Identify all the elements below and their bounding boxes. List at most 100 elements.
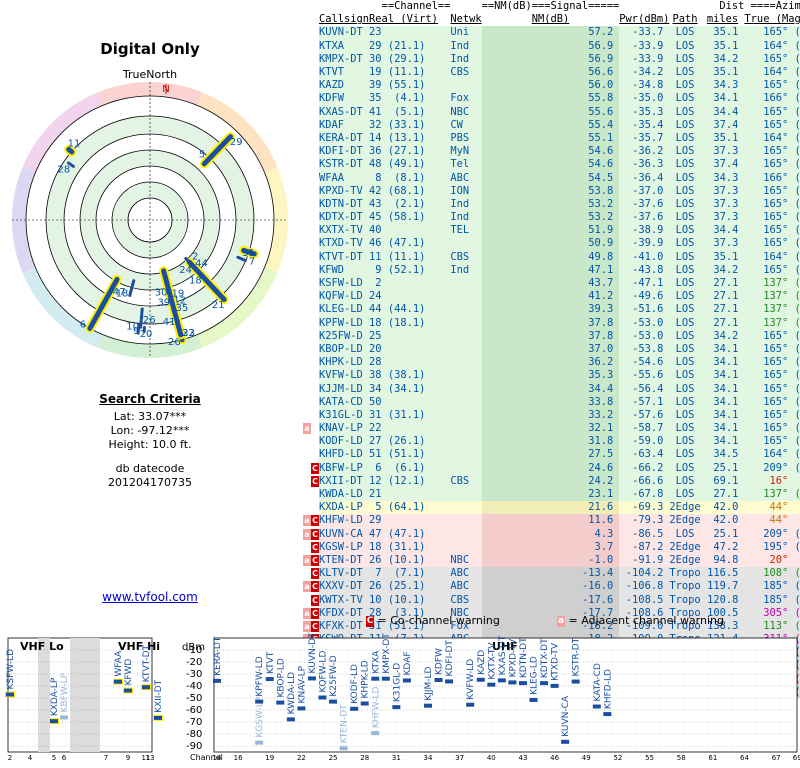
- power-cell: -36.2: [619, 145, 670, 159]
- station-row[interactable]: K25FW-D25 37.8-53.0LOS34.2165° (161°): [303, 329, 800, 343]
- station-row[interactable]: KHFD-LD51 (51.1) 27.5-63.4LOS34.5164° (16…: [303, 448, 800, 462]
- station-row[interactable]: a KNAV-LP22 32.1-58.7LOS34.1165° (161°): [303, 422, 800, 436]
- signal-bar[interactable]: [265, 677, 274, 682]
- station-row[interactable]: C KWTX-TV 10 (10.1) CBS -17.6 -108.5 Tropo 120.…: [303, 593, 800, 607]
- signal-bar[interactable]: [124, 688, 132, 693]
- callsign-cell: KXAS-DT: [319, 105, 370, 119]
- signal-bar[interactable]: [445, 679, 454, 684]
- signal-bar[interactable]: [339, 746, 348, 751]
- station-row[interactable]: KTXD-TV46 (47.1) 50.9-39.9LOS37.3165° (16…: [303, 237, 800, 251]
- signal-bar[interactable]: [592, 704, 601, 709]
- signal-bar[interactable]: [286, 717, 295, 722]
- signal-bar[interactable]: [497, 678, 506, 683]
- signal-bar[interactable]: [255, 740, 264, 745]
- signal-bar[interactable]: [60, 715, 68, 720]
- station-row[interactable]: KDFI-DT 36 (27.1) MyN 54.6 -36.2 LOS 37.3 165° …: [303, 145, 800, 159]
- signal-bar[interactable]: [213, 678, 221, 683]
- signal-bar[interactable]: [550, 683, 559, 688]
- power-cell: -55.6: [619, 369, 670, 383]
- station-row[interactable]: CKGSW-LP18 (31.1) 3.7-87.22Edge47.2195° (…: [303, 540, 800, 554]
- signal-bar[interactable]: [329, 699, 338, 704]
- signal-bar[interactable]: [371, 676, 380, 681]
- station-row[interactable]: KSFW-LD 2 43.7-47.1LOS27.1137° (133°): [303, 276, 800, 291]
- signal-bar[interactable]: [276, 700, 285, 705]
- station-row[interactable]: KVFW-LD38 (38.1) 35.3-55.6LOS34.1165° (16…: [303, 369, 800, 383]
- signal-bar[interactable]: [350, 706, 359, 711]
- station-row[interactable]: KQFW-LD24 41.2-49.6LOS27.1137° (133°): [303, 290, 800, 304]
- x-tick-label: 4: [28, 754, 33, 762]
- nm-cell: -13.4: [481, 567, 620, 581]
- station-row[interactable]: a C KTEN-DT 26 (10.1) NBC -1.0 -91.9 2Edge 94.8 …: [303, 553, 800, 568]
- station-row[interactable]: KWDA-LD21 23.1-67.8LOS27.1137° (133°): [303, 487, 800, 502]
- station-row[interactable]: C KLTV-DT 7 (7.1) ABC -13.4 -104.2 Tropo 116.5…: [303, 567, 800, 581]
- signal-bar[interactable]: [508, 680, 517, 685]
- station-row[interactable]: KFWD 9 (52.1)Ind47.1-43.8LOS34.2165° (16…: [303, 263, 800, 277]
- signal-bar[interactable]: [6, 692, 14, 697]
- callsign-cell: KPXD-TV: [319, 184, 370, 198]
- station-row[interactable]: KTVT19 (11.1)CBS56.6-34.2LOS35.1164° (16…: [303, 65, 800, 80]
- station-row[interactable]: KDTX-DT 45 (58.1) Ind 53.2 -37.6 LOS 37.3 165° …: [303, 211, 800, 225]
- warning-flags: C: [303, 593, 319, 606]
- station-row[interactable]: KDTN-DT43 (2.1)Ind53.2-37.6LOS37.3165° (…: [303, 197, 800, 211]
- signal-bar[interactable]: [424, 703, 432, 708]
- station-row[interactable]: a C KXXV-DT 26 (25.1) ABC -16.0 -106.8 Tropo 119…: [303, 580, 800, 594]
- station-row[interactable]: KXTX-TV40TEL51.9-38.9LOS34.4165° (161°): [303, 224, 800, 238]
- station-row[interactable]: KATA-CD50 33.8-57.1LOS34.1165° (161°): [303, 395, 800, 409]
- signal-bar[interactable]: [255, 699, 264, 704]
- station-row[interactable]: KPXD-TV 42 (68.1) ION 53.8 -37.0 LOS 37.3 165° …: [303, 184, 800, 198]
- signal-bar[interactable]: [318, 695, 327, 700]
- network-cell: Ind: [450, 211, 482, 225]
- station-row[interactable]: KHPK-LD28 36.2-54.6LOS34.1165° (161°): [303, 356, 800, 370]
- station-row[interactable]: KXDA-LP 5 (64.1) 21.6-69.32Edge42.0 44° (…: [303, 501, 800, 515]
- station-row[interactable]: KERA-DT 14 (13.1) PBS 55.1 -35.7 LOS 35.1 164° …: [303, 131, 800, 146]
- station-row[interactable]: KSTR-DT 48 (49.1) Tel 54.6 -36.3 LOS 37.4 165° …: [303, 158, 800, 172]
- signal-bar[interactable]: [371, 731, 380, 736]
- signal-bar[interactable]: [529, 697, 538, 702]
- station-row[interactable]: KMPX-DT 30 (29.1) Ind 56.9 -33.9 LOS 34.2 165° …: [303, 52, 800, 66]
- signal-bar[interactable]: [360, 701, 369, 706]
- signal-bar[interactable]: [307, 676, 316, 681]
- signal-bar[interactable]: [154, 715, 162, 720]
- tvfool-link[interactable]: www.tvfool.com: [0, 590, 300, 604]
- power-cell: -67.8: [619, 487, 670, 502]
- station-row[interactable]: K31GL-D31 (31.1) 33.2-57.6LOS34.1165° (16…: [303, 408, 800, 422]
- station-row[interactable]: KBOP-LD20 37.0-53.8LOS34.1165° (161°): [303, 342, 800, 357]
- signal-bar[interactable]: [114, 679, 122, 684]
- station-row[interactable]: C KXII-DT 12 (12.1) CBS 24.2 -66.6 LOS 69.1 16°…: [303, 474, 800, 488]
- signal-bar[interactable]: [487, 682, 496, 687]
- signal-bar[interactable]: [297, 706, 306, 711]
- station-row[interactable]: KTVT-DT 11 (11.1) CBS 49.8 -41.0 LOS 35.1 164° …: [303, 250, 800, 264]
- polar-marker-label: 32: [182, 328, 195, 339]
- station-row[interactable]: KUVN-DT23Uni57.2-33.7LOS35.1165° (161°): [303, 26, 800, 40]
- signal-bar[interactable]: [518, 681, 527, 686]
- signal-bar[interactable]: [561, 739, 570, 744]
- signal-bar[interactable]: [381, 676, 390, 681]
- station-row[interactable]: KXAS-DT41 (5.1)NBC55.6-35.3LOS34.4165° (…: [303, 105, 800, 119]
- station-row[interactable]: KJJM-LD34 (34.1) 34.4-56.4LOS34.1165° (16…: [303, 382, 800, 396]
- column-header: Pwr(dBm): [619, 13, 670, 26]
- station-row[interactable]: KDAF32 (33.1)CW55.4-35.4LOS37.4165° (161…: [303, 118, 800, 132]
- signal-bar[interactable]: [434, 678, 443, 682]
- signal-bar[interactable]: [142, 685, 150, 690]
- station-row[interactable]: aCKHFW-LD29 11.6-79.32Edge42.0 44° (40°): [303, 514, 800, 528]
- x-tick-label: 43: [518, 754, 527, 762]
- station-row[interactable]: CKBFW-LP 6 (6.1) 24.6-66.2LOS25.1209° (20…: [303, 461, 800, 475]
- signal-bar[interactable]: [476, 677, 485, 682]
- signal-bar[interactable]: [466, 702, 475, 707]
- station-row[interactable]: KLEG-LD44 (44.1) 39.3-51.6LOS27.1137° (13…: [303, 303, 800, 317]
- signal-bar[interactable]: [540, 681, 549, 686]
- signal-bar[interactable]: [50, 719, 58, 724]
- warning-flags: [303, 40, 319, 53]
- signal-bar[interactable]: [603, 712, 612, 717]
- station-row[interactable]: WFAA 8 (8.1)ABC54.5-36.4LOS34.3166° (162…: [303, 171, 800, 185]
- signal-bar[interactable]: [392, 705, 401, 710]
- station-row[interactable]: KTXA29 (21.1)Ind56.9-33.9LOS35.1164° (16…: [303, 39, 800, 53]
- station-row[interactable]: KODF-LD27 (26.1) 31.8-59.0LOS34.1165° (16…: [303, 435, 800, 449]
- station-row[interactable]: KAZD39 (55.1) 56.0-34.8LOS34.3165° (161°): [303, 79, 800, 93]
- signal-bar[interactable]: [571, 679, 580, 684]
- nm-cell: 43.7: [481, 276, 620, 291]
- station-row[interactable]: KDFW35 (4.1)Fox55.8-35.0LOS34.1166° (162…: [303, 92, 800, 106]
- station-row[interactable]: aCKUVN-CA47 (47.1) 4.3-86.5LOS25.1209° (2…: [303, 527, 800, 541]
- station-row[interactable]: KPFW-LD18 (18.1) 37.8-53.0LOS27.1137° (13…: [303, 316, 800, 330]
- signal-bar[interactable]: [402, 678, 411, 683]
